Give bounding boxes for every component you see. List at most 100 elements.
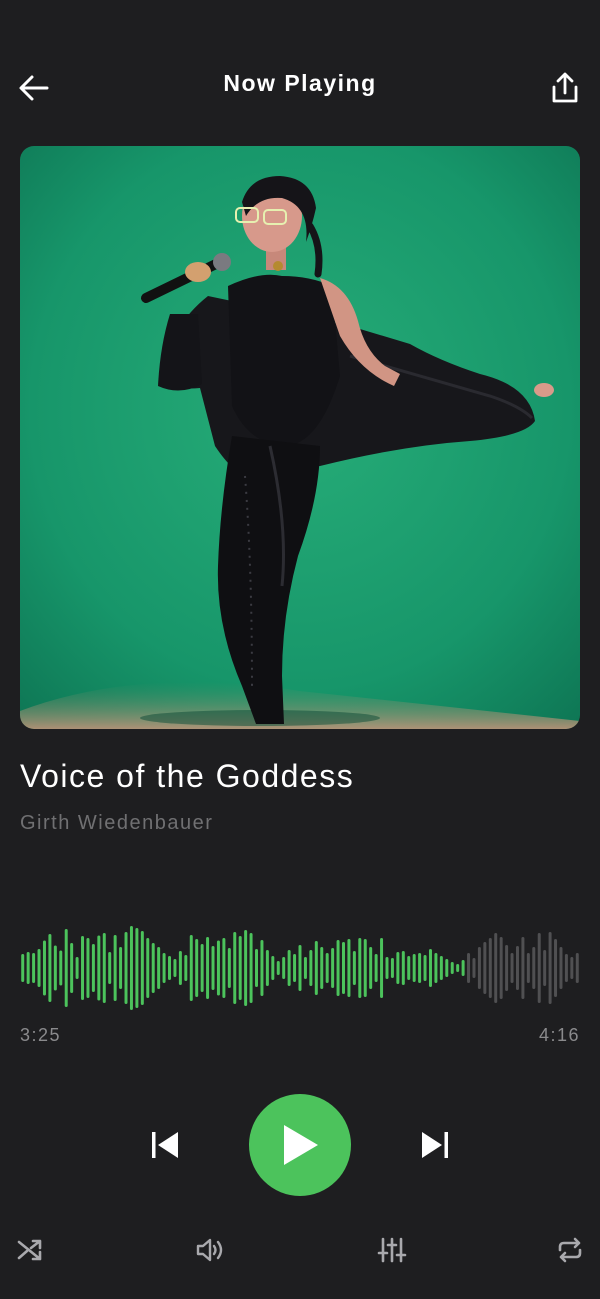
waveform-bar-played [336,940,340,996]
waveform-bar-unplayed [515,946,519,990]
header-bar: Now Playing [0,56,600,116]
volume-icon [196,1238,223,1262]
waveform-bar-unplayed [532,947,536,989]
artist-name: Girth Wiedenbauer [20,812,214,834]
volume-button[interactable] [188,1228,232,1272]
waveform-bar-played [21,954,25,982]
waveform-bar-played [456,964,460,972]
waveform-bar-unplayed [526,953,530,983]
page-title: Now Playing [223,70,377,96]
waveform-bar-played [271,956,275,980]
waveform-bar-unplayed [505,945,509,991]
album-artwork [20,146,580,729]
waveform-bar-played [396,952,400,984]
waveform-bar-played [157,947,161,989]
waveform-bar-played [374,954,378,982]
waveform-bar-played [407,956,411,980]
waveform-bar-played [401,951,405,985]
waveform-bar-played [227,948,231,988]
waveform-bar-played [249,933,253,1003]
waveform-bar-played [233,932,237,1004]
shuffle-button[interactable] [8,1228,52,1272]
waveform-bar-unplayed [499,937,503,999]
waveform-bar-unplayed [510,953,514,983]
waveform-bar-played [320,947,324,989]
equalizer-button[interactable] [370,1228,414,1272]
waveform-bar-played [325,953,329,983]
waveform-bar-played [369,947,373,989]
waveform-scrubber[interactable] [20,918,580,1018]
waveform-bar-played [206,937,210,999]
waveform-bar-played [178,951,182,985]
share-icon [552,72,578,103]
waveform-bar-played [363,939,367,997]
waveform-bar-played [265,950,269,986]
waveform-bar-played [276,961,280,975]
waveform-bar-played [37,949,41,987]
previous-button[interactable] [140,1120,190,1170]
waveform-bar-unplayed [477,947,481,989]
waveform-bar-played [255,949,258,987]
shuffle-icon [17,1239,42,1261]
waveform-bar-played [298,945,302,991]
waveform-bar-played [461,960,465,976]
waveform-bar-played [124,932,128,1004]
waveform-bar-played [200,944,204,992]
waveform-bar-unplayed [494,933,498,1003]
waveform-bar-played [282,957,286,979]
song-title: Voice of the Goddess [20,758,355,794]
waveform-bar-played [102,933,106,1003]
waveform-bar-played [385,957,389,979]
waveform-bar-played [129,926,133,1010]
waveform-bar-played [380,938,384,998]
waveform-bar-unplayed [467,953,471,983]
waveform-bar-played [59,950,63,986]
waveform-bar-played [211,946,215,990]
waveform-bar-played [32,953,36,983]
waveform-bar-played [168,956,172,980]
waveform-bar-played [309,950,313,986]
equalizer-icon [377,1237,407,1263]
repeat-button[interactable] [548,1228,592,1272]
skip-previous-icon [152,1132,178,1158]
play-icon [284,1125,318,1165]
waveform-bar-played [287,950,291,986]
waveform-bar-played [418,953,422,983]
waveform-bar-played [358,938,362,998]
waveform-bar-played [173,959,177,977]
waveform-bar-played [331,948,335,988]
next-button[interactable] [410,1120,460,1170]
play-button[interactable] [249,1094,351,1196]
waveform-bar-unplayed [575,953,579,983]
waveform-bar-played [244,930,248,1006]
waveform-bar-played [53,945,57,991]
waveform-bar-played [119,947,123,989]
waveform-bar-unplayed [488,938,492,998]
back-button[interactable] [12,66,56,110]
waveform-bar-unplayed [548,932,552,1004]
waveform-bar-played [303,957,307,979]
waveform-bar-played [146,938,150,998]
waveform-bar-unplayed [543,950,547,986]
waveform-bar-played [450,962,454,974]
waveform-bar-played [151,943,155,993]
waveform-bar-played [42,940,46,996]
elapsed-time: 3:25 [20,1025,62,1045]
waveform-bar-played [189,935,193,1001]
waveform-bar-played [412,954,416,982]
waveform-bar-played [113,935,117,1001]
waveform-bar-unplayed [537,933,541,1003]
waveform-bar-played [222,938,226,998]
waveform-bar-played [439,956,443,980]
waveform-bar-played [195,939,199,997]
waveform-bar-played [352,951,356,985]
waveform-bar-played [314,941,318,995]
waveform-bar-played [81,936,85,1000]
waveform-bar-unplayed [554,939,558,997]
waveform-bar-played [260,940,264,996]
waveform-bar-played [108,952,112,984]
waveform-bar-unplayed [521,937,525,999]
repeat-icon [558,1237,582,1263]
waveform-bar-played [238,936,242,1000]
share-button[interactable] [542,66,588,110]
